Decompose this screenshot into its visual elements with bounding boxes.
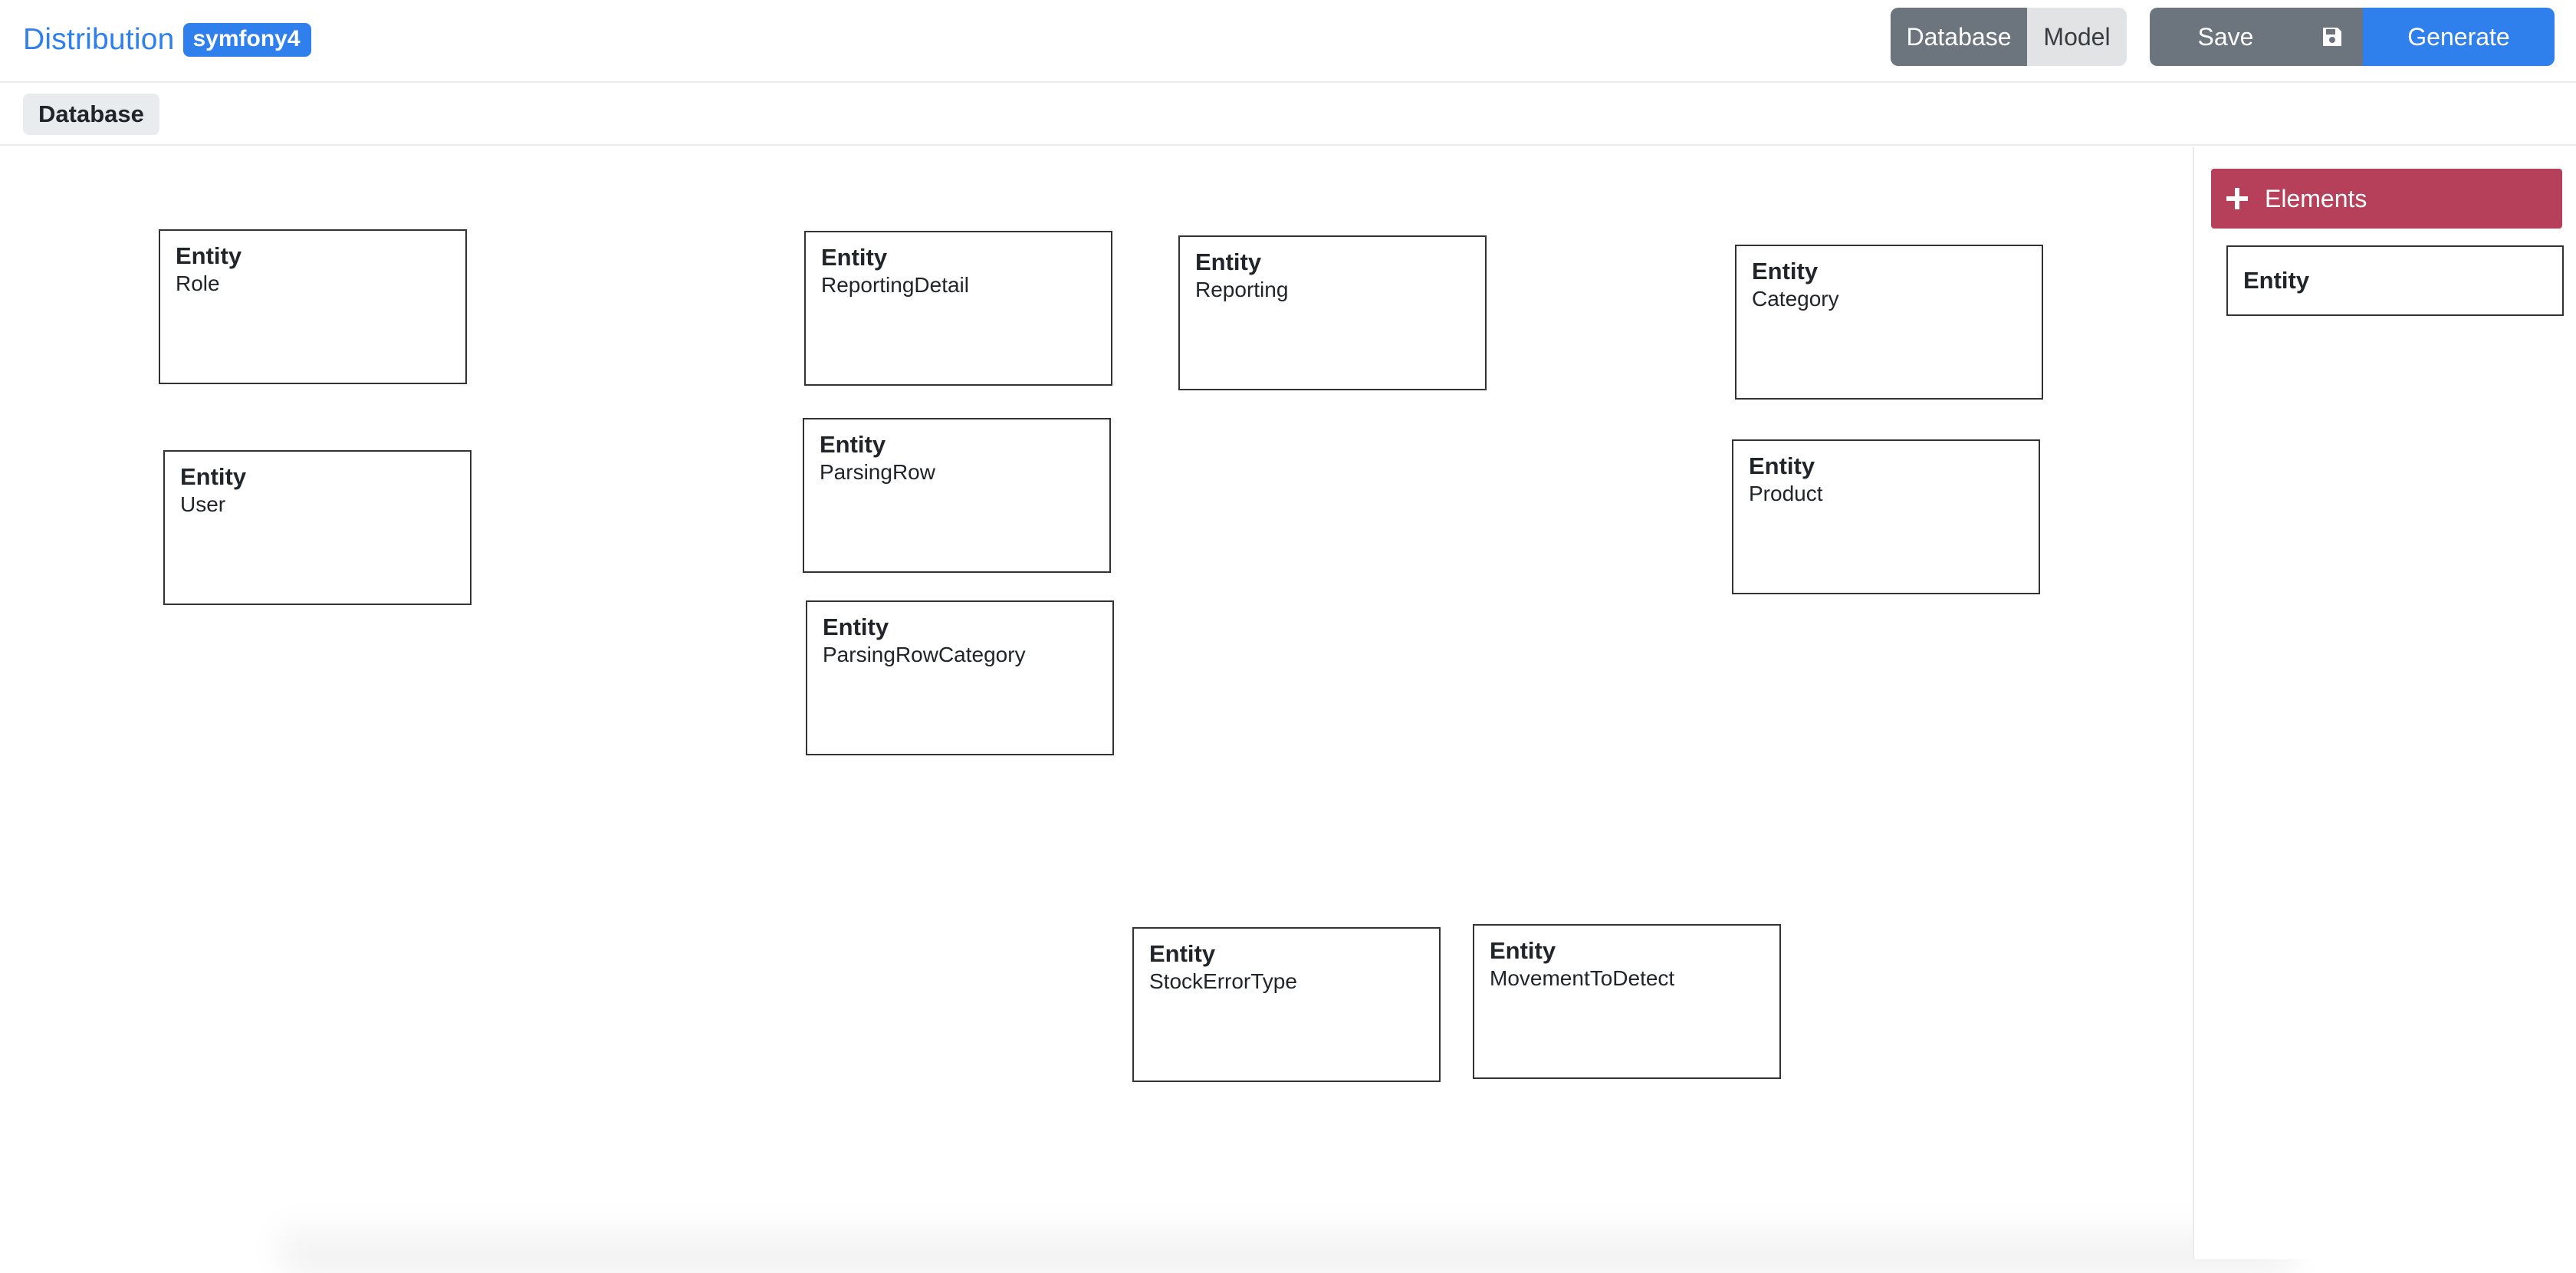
entity-type-label: Entity bbox=[820, 431, 886, 458]
entity-name-label: Category bbox=[1752, 287, 1839, 311]
entity-name-label: StockErrorType bbox=[1149, 969, 1297, 994]
entity-type-label: Entity bbox=[823, 613, 889, 640]
entity-card-stockerrortype[interactable]: Entity StockErrorType bbox=[1132, 927, 1441, 1082]
database-view-button[interactable]: Database bbox=[1891, 8, 2027, 66]
sub-toolbar: Database bbox=[0, 84, 2576, 146]
entity-type-label: Entity bbox=[1752, 258, 1819, 285]
entity-name-label: Product bbox=[1749, 482, 1823, 506]
entity-name-label: ParsingRow bbox=[820, 460, 935, 485]
entity-name-label: Reporting bbox=[1195, 278, 1289, 302]
entity-card-reportingdetail[interactable]: Entity ReportingDetail bbox=[804, 231, 1112, 386]
model-view-button[interactable]: Model bbox=[2027, 8, 2127, 66]
entity-type-label: Entity bbox=[1749, 452, 1815, 479]
entity-type-label: Entity bbox=[180, 463, 247, 490]
entity-card-product[interactable]: Entity Product bbox=[1732, 439, 2040, 594]
entity-name-label: ParsingRowCategory bbox=[823, 643, 1026, 667]
elements-header-button[interactable]: Elements bbox=[2211, 169, 2562, 229]
entity-type-label: Entity bbox=[821, 244, 888, 271]
view-toggle-group: Database Model bbox=[1891, 8, 2127, 66]
diagram-canvas[interactable]: Entity Role Entity ReportingDetail Entit… bbox=[0, 147, 2300, 1273]
entity-card-reporting[interactable]: Entity Reporting bbox=[1178, 235, 1487, 390]
plus-icon bbox=[2226, 188, 2248, 209]
entity-card-user[interactable]: Entity User bbox=[163, 450, 472, 605]
framework-badge: symfony4 bbox=[183, 23, 311, 57]
entity-type-label: Entity bbox=[1149, 940, 1216, 967]
entity-type-label: Entity bbox=[176, 242, 242, 269]
canvas-bottom-shadow bbox=[276, 1212, 2300, 1273]
entity-name-label: Role bbox=[176, 271, 220, 296]
action-button-group: Save Generate bbox=[2150, 8, 2555, 66]
entity-name-label: MovementToDetect bbox=[1490, 966, 1675, 991]
save-icon-button[interactable] bbox=[2302, 8, 2363, 66]
entity-type-label: Entity bbox=[1195, 248, 1262, 275]
current-view-tag: Database bbox=[23, 94, 159, 135]
entity-card-parsingrow[interactable]: Entity ParsingRow bbox=[803, 418, 1111, 573]
floppy-disk-icon bbox=[2323, 28, 2341, 46]
elements-header-label: Elements bbox=[2265, 184, 2367, 212]
entity-card-movementtodetect[interactable]: Entity MovementToDetect bbox=[1473, 924, 1781, 1079]
entity-name-label: User bbox=[180, 492, 226, 517]
entity-card-category[interactable]: Entity Category bbox=[1735, 245, 2043, 400]
palette-item-entity[interactable]: Entity bbox=[2226, 245, 2564, 316]
project-title: Distribution bbox=[23, 23, 175, 56]
entity-card-parsingrowcategory[interactable]: Entity ParsingRowCategory bbox=[806, 600, 1114, 755]
generate-button[interactable]: Generate bbox=[2363, 8, 2555, 66]
entity-type-label: Entity bbox=[1490, 937, 1556, 964]
entity-card-role[interactable]: Entity Role bbox=[159, 229, 467, 384]
brand-link[interactable]: Distribution symfony4 bbox=[23, 18, 311, 61]
save-button[interactable]: Save bbox=[2150, 8, 2302, 66]
top-navbar: Distribution symfony4 Database Model Sav… bbox=[0, 0, 2576, 83]
elements-panel: Elements Entity bbox=[2193, 147, 2576, 1259]
entity-name-label: ReportingDetail bbox=[821, 273, 969, 298]
